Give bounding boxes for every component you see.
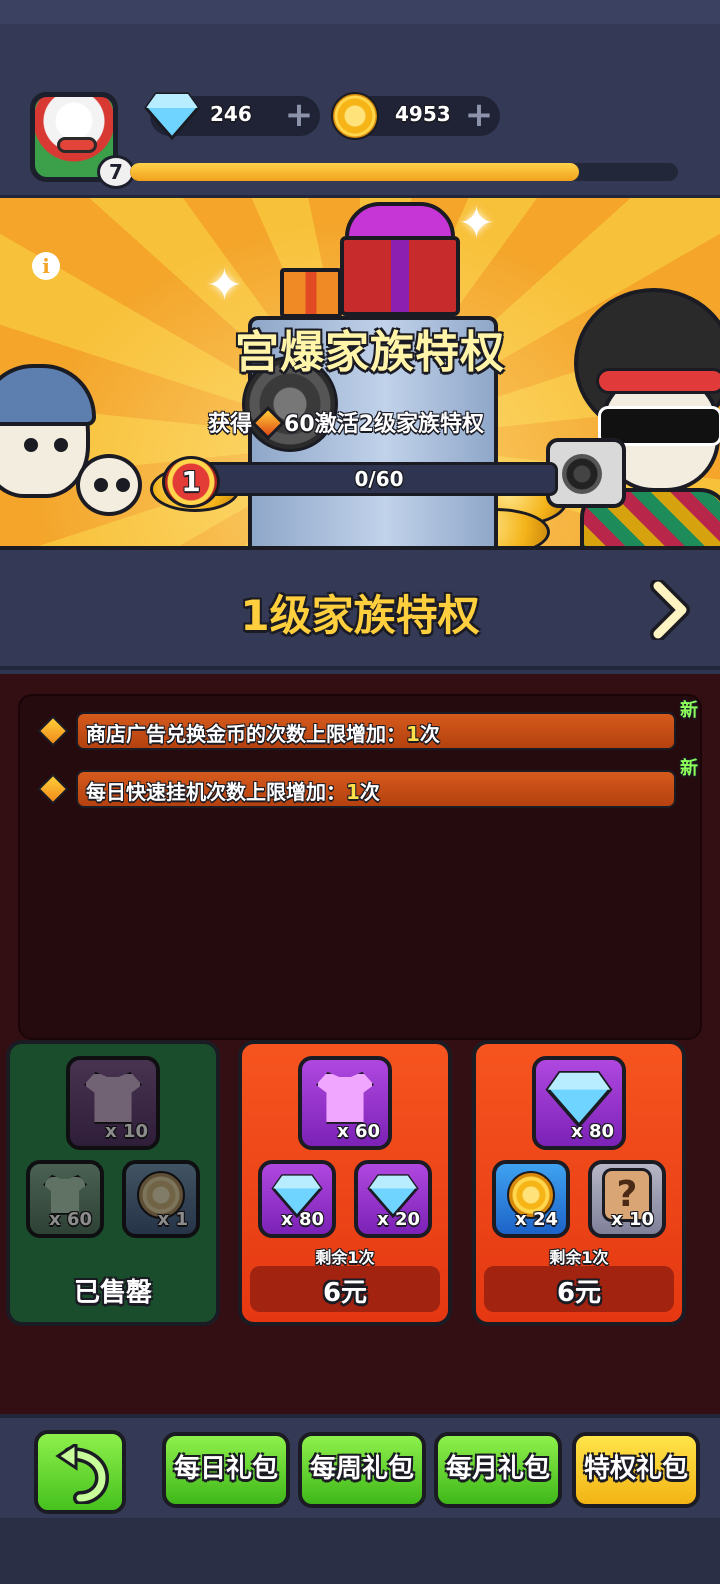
- skull-eye: [94, 478, 108, 492]
- big-gift-box: [340, 236, 460, 316]
- privilege-level-header: 1级家族特权: [0, 550, 720, 670]
- skull-eye: [24, 438, 38, 452]
- banner-title: 宫爆家族特权: [235, 327, 505, 378]
- pack-item: x 20: [354, 1160, 432, 1238]
- perk-amount: 1: [406, 722, 420, 746]
- small-gift-box: [280, 268, 342, 318]
- item-quantity: x 24: [515, 1209, 558, 1230]
- pack-item: x 60: [298, 1056, 392, 1150]
- shirt-token-icon: [316, 1071, 374, 1124]
- item-quantity: x 10: [611, 1209, 654, 1230]
- gift-pack-sold-out[interactable]: x 10 x 60 x 1 已售罄: [6, 1040, 220, 1326]
- shirt-token-icon: [84, 1071, 142, 1124]
- tab-weekly-pack[interactable]: 每周礼包: [298, 1432, 426, 1508]
- perk-description: 商店广告兑换金币的次数上限增加：: [86, 722, 406, 746]
- top-bar: 7 246 + 4953 +: [0, 0, 720, 198]
- skull-eye: [54, 438, 68, 452]
- gem-icon: [144, 92, 200, 140]
- pack-item: x 80: [532, 1056, 626, 1150]
- pack-item: x 1: [122, 1160, 200, 1238]
- perk-text: 商店广告兑换金币的次数上限增加：1次: [86, 718, 440, 747]
- new-badge: 新: [680, 758, 698, 779]
- tab-privilege-pack[interactable]: 特权礼包: [572, 1432, 700, 1508]
- price-label: 6元: [322, 1278, 368, 1308]
- gem-icon: [545, 1070, 613, 1128]
- privilege-banner: i ✦ ✦ 宫爆家族特权 获得 60激活2级家族特权 0/60 1: [0, 198, 720, 550]
- gift-pack[interactable]: x 80 x 24 ? x 10 剩余1次 6元: [472, 1040, 686, 1326]
- perk-unit: 次: [419, 722, 440, 746]
- tab-monthly-pack[interactable]: 每月礼包: [434, 1432, 562, 1508]
- privilege-progress-bar: 0/60: [200, 462, 558, 496]
- tab-daily-pack[interactable]: 每日礼包: [162, 1432, 290, 1508]
- privilege-level-title: 1级家族特权: [240, 591, 480, 640]
- item-quantity: x 80: [571, 1121, 614, 1142]
- diamond-bullet-icon: [37, 773, 69, 805]
- item-quantity: x 1: [157, 1209, 188, 1230]
- pack-item: x 10: [66, 1056, 160, 1150]
- perk-text: 每日快速挂机次数上限增加：1次: [86, 776, 380, 805]
- coin-counter: 4953 +: [331, 92, 500, 140]
- item-quantity: x 80: [281, 1209, 324, 1230]
- top-decor-strip: [0, 0, 720, 24]
- sold-out-label: 已售罄: [73, 1278, 152, 1308]
- back-button[interactable]: [34, 1430, 126, 1514]
- perk-item: 每日快速挂机次数上限增加：1次 新: [37, 758, 698, 810]
- skull-eye: [116, 478, 130, 492]
- pack-item: x 60: [26, 1160, 104, 1238]
- gem-count: 246: [210, 102, 252, 126]
- subtitle-prefix: 获得: [208, 412, 253, 437]
- xp-progress-fill: [130, 163, 580, 181]
- perk-unit: 次: [359, 780, 380, 804]
- new-badge: 新: [680, 700, 698, 721]
- info-icon[interactable]: i: [32, 252, 60, 280]
- privilege-tier-badge: 1: [162, 456, 220, 508]
- perk-amount: 1: [346, 780, 360, 804]
- perk-description: 每日快速挂机次数上限增加：: [86, 780, 346, 804]
- add-coins-button[interactable]: +: [464, 98, 494, 132]
- privilege-progress-text: 0/60: [354, 467, 404, 491]
- perk-list-panel: 商店广告兑换金币的次数上限增加：1次 新 每日快速挂机次数上限增加：1次 新: [18, 694, 702, 1040]
- price-label: 6元: [556, 1278, 602, 1308]
- item-quantity: x 60: [337, 1121, 380, 1142]
- avatar-glasses: [57, 137, 97, 153]
- coin-count: 4953: [395, 102, 451, 126]
- diamond-bullet-icon: [37, 715, 69, 747]
- gem-counter: 246 +: [144, 92, 320, 140]
- perk-item: 商店广告兑换金币的次数上限增加：1次 新: [37, 700, 698, 752]
- remaining-purchases: 剩余1次: [315, 1248, 375, 1267]
- chevron-right-icon[interactable]: [648, 580, 692, 640]
- privilege-point-icon: [251, 406, 285, 440]
- coin-icon: [331, 92, 379, 140]
- bottom-nav: 每日礼包 每周礼包 每月礼包 特权礼包: [0, 1414, 720, 1518]
- buy-button[interactable]: 6元: [484, 1266, 674, 1312]
- item-quantity: x 20: [377, 1209, 420, 1230]
- add-gems-button[interactable]: +: [284, 98, 314, 132]
- banner-subtitle: 获得 60激活2级家族特权: [208, 406, 484, 442]
- pack-item: ? x 10: [588, 1160, 666, 1238]
- small-skull-character: [76, 454, 142, 516]
- pack-item: x 80: [258, 1160, 336, 1238]
- item-quantity: x 60: [49, 1209, 92, 1230]
- back-arrow-icon: [55, 1444, 110, 1504]
- xp-progress-bar: [130, 163, 678, 181]
- subtitle-suffix: 60激活2级家族特权: [284, 412, 484, 437]
- bottom-safe-area: [0, 1518, 720, 1584]
- sparkle-icon: ✦: [458, 198, 495, 249]
- gift-pack[interactable]: x 60 x 80 x 20 剩余1次 6元: [238, 1040, 452, 1326]
- privilege-progress: 0/60 1: [162, 456, 560, 508]
- item-quantity: x 10: [105, 1121, 148, 1142]
- pack-item: x 24: [492, 1160, 570, 1238]
- remaining-purchases: 剩余1次: [549, 1248, 609, 1267]
- buy-button[interactable]: 6元: [250, 1266, 440, 1312]
- sparkle-icon: ✦: [206, 260, 243, 311]
